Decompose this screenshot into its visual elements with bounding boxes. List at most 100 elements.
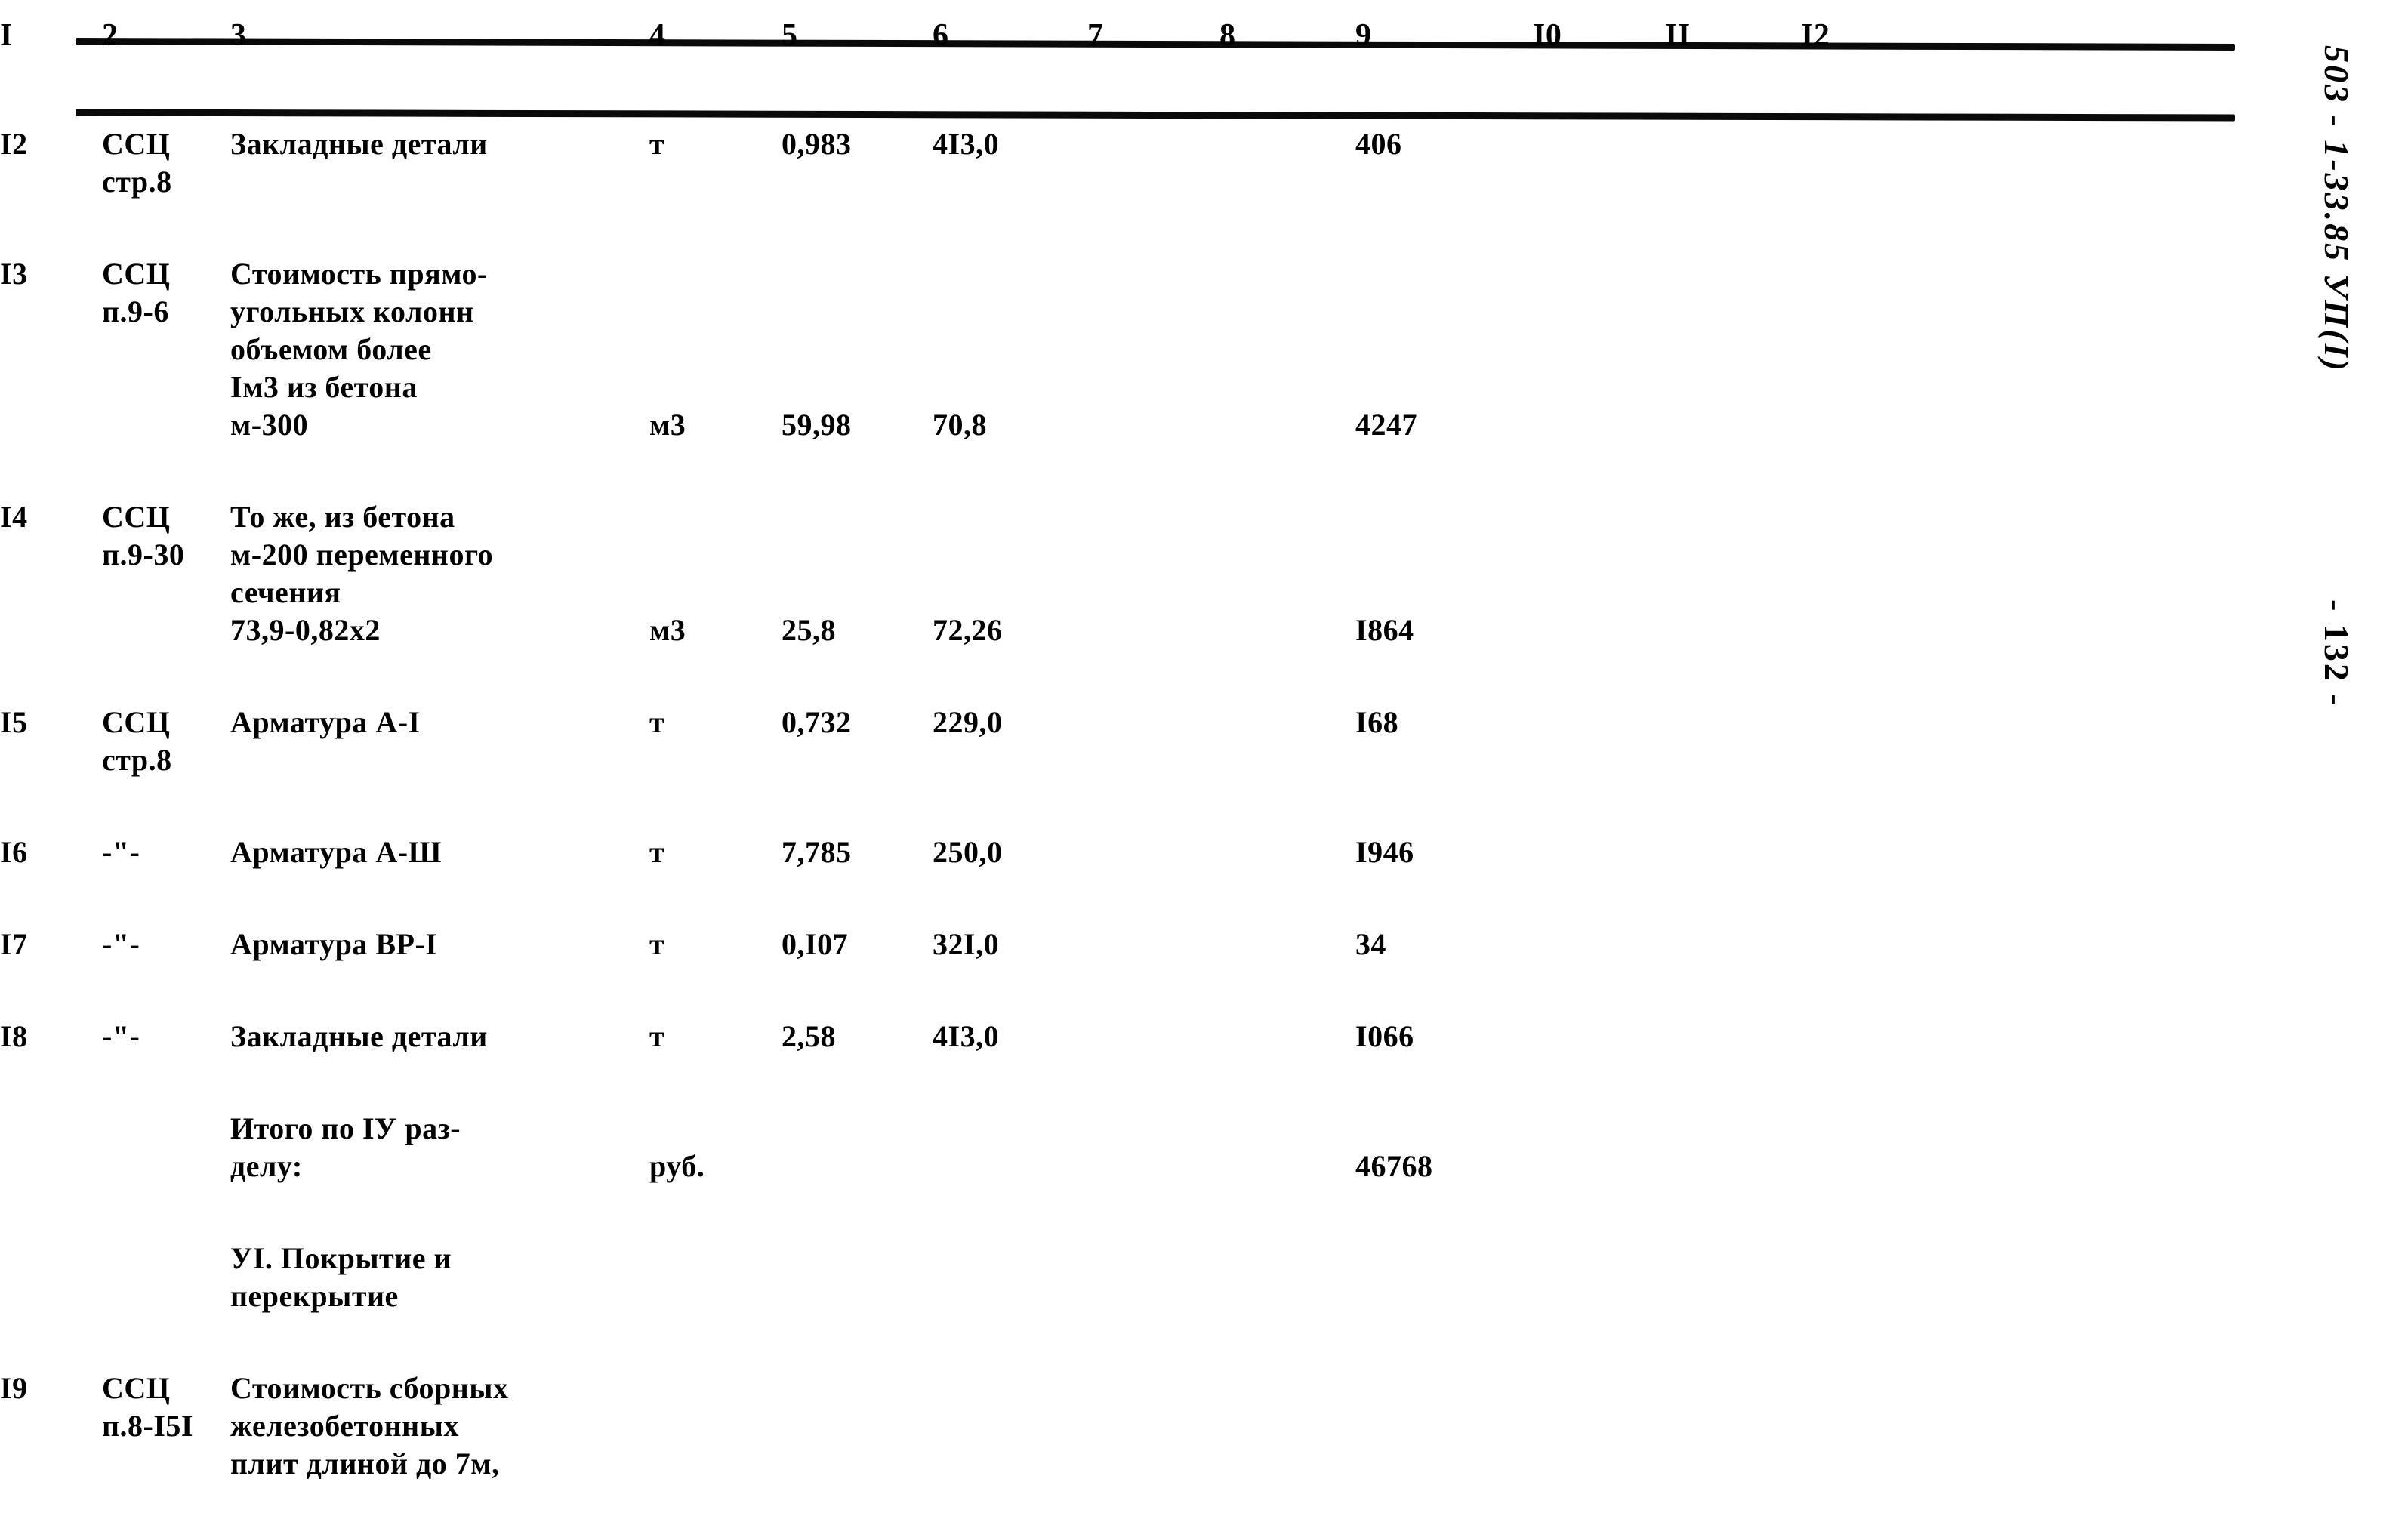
- row-position-number: I9: [0, 1371, 28, 1405]
- row-spacer: [0, 963, 2408, 1018]
- row-spacer: [0, 201, 2408, 255]
- row-col12: [1801, 926, 2088, 963]
- row-unit-price: [933, 1110, 1087, 1185]
- row-spacer-cell: [0, 871, 2408, 926]
- row-unit-price: 250,0: [933, 835, 1003, 869]
- row-col11: [1665, 1110, 1801, 1185]
- row-position-number: I5: [0, 705, 28, 739]
- row-quantity: 0,I07: [782, 927, 849, 961]
- row-unit: м3: [649, 613, 686, 647]
- column-header-9: 9: [1355, 18, 1372, 53]
- row-total-cost: 4247: [1355, 408, 1417, 442]
- row-col7: [1087, 704, 1219, 779]
- row-unit: [649, 1240, 782, 1315]
- row-col12: [1801, 1240, 2088, 1315]
- row-quantity: 0,983: [782, 127, 852, 161]
- row-col10: [1533, 833, 1665, 871]
- column-header-4: 4: [649, 18, 666, 53]
- row-spacer-cell: [0, 201, 2408, 255]
- row-description: Арматура ВР-I: [230, 927, 438, 961]
- row-spacer-cell: [0, 779, 2408, 833]
- row-col8: [1219, 704, 1355, 779]
- column-header-5: 5: [782, 18, 798, 53]
- row-description: Арматура А-Ш: [230, 835, 442, 869]
- row-total-cost: I946: [1355, 835, 1414, 869]
- column-header-7: 7: [1087, 18, 1104, 53]
- row-col10: [1533, 125, 1665, 201]
- row-justification: -"-: [102, 927, 140, 961]
- row-col7: [1087, 498, 1219, 649]
- row-col8: [1219, 498, 1355, 649]
- subtotal-label: Итого по IУ раз- делу:: [230, 1111, 461, 1183]
- row-col10: [1533, 704, 1665, 779]
- row-justification: [102, 1110, 230, 1185]
- row-col8: [1219, 255, 1355, 444]
- row-quantity: 2,58: [782, 1019, 836, 1053]
- row-position-number: I8: [0, 1019, 28, 1053]
- row-col12: [1801, 1370, 2088, 1483]
- row-justification: ССЦ п.8-I5I: [102, 1371, 193, 1443]
- table-row: I7 -"- Арматура ВР-I т 0,I07 32I,0 34: [0, 926, 2408, 963]
- row-spacer: [0, 444, 2408, 498]
- row-col8: [1219, 1370, 1355, 1483]
- row-unit-price: [933, 1240, 1087, 1315]
- header-spacer: [0, 71, 2408, 125]
- document-page: I 2 3 4 5 6 7 8 9 I0 II I2 I2 ССЦ стр.8 …: [0, 0, 2408, 1516]
- table-row: I4 ССЦ п.9-30 То же, из бетона м-200 пер…: [0, 498, 2408, 649]
- row-unit: т: [649, 1019, 665, 1053]
- table-row: I8 -"- Закладные детали т 2,58 4I3,0 I06…: [0, 1018, 2408, 1055]
- subtotal-amount: 46768: [1355, 1149, 1433, 1183]
- column-header-6: 6: [933, 18, 949, 53]
- row-description: Закладные детали: [230, 1019, 488, 1053]
- column-header-12: I2: [1801, 18, 1830, 53]
- row-col11: [1665, 833, 1801, 871]
- row-position-number: [0, 1110, 102, 1185]
- row-spacer: [0, 871, 2408, 926]
- row-pad: [2088, 1018, 2408, 1055]
- row-col7: [1087, 1110, 1219, 1185]
- row-total-cost: I066: [1355, 1019, 1414, 1053]
- row-position-number: I6: [0, 835, 28, 869]
- row-quantity: [782, 1110, 933, 1185]
- row-spacer-cell: [0, 1055, 2408, 1110]
- row-col12: [1801, 1018, 2088, 1055]
- row-justification: -"-: [102, 1019, 140, 1053]
- row-total-cost: [1355, 1370, 1533, 1483]
- row-col8: [1219, 833, 1355, 871]
- column-header-11: II: [1665, 18, 1691, 53]
- row-col11: [1665, 1240, 1801, 1315]
- table-row: I9 ССЦ п.8-I5I Стоимость сборных железоб…: [0, 1370, 2408, 1483]
- row-pad: [2088, 833, 2408, 871]
- row-justification: ССЦ п.9-6: [102, 257, 171, 328]
- row-quantity: 59,98: [782, 408, 852, 442]
- row-col8: [1219, 1110, 1355, 1185]
- row-col10: [1533, 255, 1665, 444]
- running-head-document-code: 503 - 1-33.85 УП(I): [2317, 45, 2356, 373]
- row-unit-price: 4I3,0: [933, 1019, 1000, 1053]
- row-quantity: 25,8: [782, 613, 836, 647]
- row-justification: [102, 1240, 230, 1315]
- subtotal-unit: руб.: [649, 1149, 705, 1183]
- row-col12: [1801, 1110, 2088, 1185]
- row-col10: [1533, 926, 1665, 963]
- row-col7: [1087, 926, 1219, 963]
- table-row: I2 ССЦ стр.8 Закладные детали т 0,983 4I…: [0, 125, 2408, 201]
- row-description: Арматура А-I: [230, 705, 421, 739]
- row-col12: [1801, 255, 2088, 444]
- table-row: I5 ССЦ стр.8 Арматура А-I т 0,732 229,0 …: [0, 704, 2408, 779]
- row-spacer: [0, 1185, 2408, 1240]
- row-col10: [1533, 498, 1665, 649]
- column-header-8: 8: [1219, 18, 1236, 53]
- running-head-page-number: - 132 -: [2317, 599, 2356, 708]
- row-justification: ССЦ стр.8: [102, 127, 172, 199]
- row-justification: -"-: [102, 835, 140, 869]
- row-col7: [1087, 1240, 1219, 1315]
- table-row-subtotal: Итого по IУ раз- делу: руб. 46768: [0, 1110, 2408, 1185]
- row-col11: [1665, 255, 1801, 444]
- row-unit: [649, 1370, 782, 1483]
- row-spacer: [0, 1055, 2408, 1110]
- row-spacer-cell: [0, 963, 2408, 1018]
- estimate-table: I 2 3 4 5 6 7 8 9 I0 II I2 I2 ССЦ стр.8 …: [0, 0, 2408, 1483]
- row-position-number: I4: [0, 500, 28, 534]
- row-unit-price: 70,8: [933, 408, 987, 442]
